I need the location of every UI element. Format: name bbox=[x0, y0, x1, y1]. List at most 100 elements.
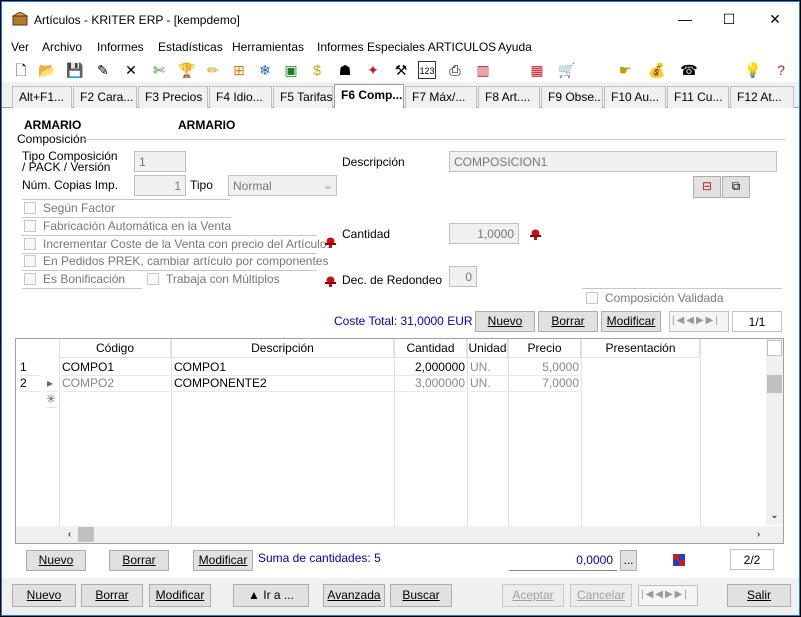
components-grid[interactable]: Código Descripción Cantidad Unidad Preci… bbox=[15, 338, 784, 544]
tipo-composicion-input[interactable]: 1 bbox=[134, 151, 186, 172]
tab-f5[interactable]: F5 Tarifas bbox=[273, 86, 333, 108]
hscroll-thumb[interactable] bbox=[78, 527, 94, 542]
column-header-precio[interactable]: Precio bbox=[509, 339, 581, 358]
package-icon[interactable]: ▣ bbox=[282, 61, 300, 79]
cell-precio[interactable]: 7,0000 bbox=[509, 376, 579, 392]
tab-f11[interactable]: F11 Cu... bbox=[667, 86, 729, 108]
composition-nuevo-button[interactable]: Nuevo bbox=[475, 311, 535, 332]
money-bag-icon[interactable]: 💰 bbox=[648, 61, 666, 79]
scroll-down-icon[interactable]: ⌄ bbox=[766, 507, 783, 524]
bar-chart-icon[interactable]: ▥ bbox=[474, 61, 492, 79]
cell-descripcion[interactable]: COMPO1 bbox=[174, 360, 393, 376]
vertical-scrollbar[interactable]: ⌄ bbox=[766, 339, 783, 525]
snowflake-icon[interactable]: ❄ bbox=[256, 61, 274, 79]
composition-modificar-button[interactable]: Modificar bbox=[601, 311, 661, 332]
tab-f12[interactable]: F12 At... bbox=[730, 86, 794, 108]
cell-codigo[interactable]: COMPO1 bbox=[62, 360, 170, 376]
help-hat-icon[interactable]: ? bbox=[772, 61, 790, 79]
save-icon[interactable]: 💾 bbox=[66, 61, 84, 79]
pedidos-checkbox[interactable]: En Pedidos PREK, cambiar artículo por co… bbox=[24, 254, 328, 268]
scroll-up-button[interactable] bbox=[767, 340, 782, 356]
printer-icon[interactable]: ⎙ bbox=[446, 61, 464, 79]
column-header-cantidad[interactable]: Cantidad bbox=[395, 339, 467, 358]
column-header-codigo[interactable]: Código bbox=[60, 339, 171, 358]
copias-input[interactable]: 1 bbox=[134, 175, 186, 196]
cantidad-input[interactable]: 1,0000 bbox=[449, 223, 519, 244]
tab-f7[interactable]: F7 Máx/... bbox=[405, 86, 477, 108]
tools2-icon[interactable]: ⚒ bbox=[392, 61, 410, 79]
tab-f8[interactable]: F8 Art.... bbox=[478, 86, 540, 108]
tab-f9[interactable]: F9 Obse... bbox=[541, 86, 603, 108]
flag-icon[interactable] bbox=[673, 554, 685, 566]
main-record-navigator[interactable]: |◀◀▶▶| bbox=[638, 585, 698, 606]
redondeo-input[interactable]: 0 bbox=[449, 266, 477, 287]
multiplos-checkbox[interactable]: Trabaja con Múltiplos bbox=[147, 272, 280, 286]
incrementar-checkbox[interactable]: Incrementar Coste de la Venta con precio… bbox=[24, 237, 330, 251]
avanzada-button[interactable]: Avanzada bbox=[323, 584, 385, 607]
menu-informes-especiales[interactable]: Informes Especiales ARTICULOS bbox=[317, 40, 496, 54]
worker-icon[interactable]: ☗ bbox=[336, 61, 354, 79]
copy-button[interactable]: ⧉ bbox=[722, 176, 750, 198]
cell-unidad[interactable]: UN. bbox=[470, 376, 507, 392]
menu-ver[interactable]: Ver bbox=[11, 40, 29, 54]
red-hat-icon[interactable] bbox=[529, 228, 542, 240]
menu-herramientas[interactable]: Herramientas bbox=[232, 40, 304, 54]
telephone-icon[interactable]: ☎ bbox=[680, 61, 698, 79]
menu-estadisticas[interactable]: Estadísticas bbox=[158, 40, 223, 54]
bonificacion-checkbox[interactable]: Es Bonificación bbox=[24, 272, 125, 286]
scroll-left-icon[interactable]: ‹ bbox=[61, 526, 78, 543]
cancelar-button[interactable]: Cancelar bbox=[570, 584, 632, 607]
delete-icon[interactable]: ✕ bbox=[122, 61, 140, 79]
calculator-icon[interactable]: ▦ bbox=[528, 61, 546, 79]
validada-checkbox[interactable]: Composición Validada bbox=[586, 291, 724, 305]
column-header-descripcion[interactable]: Descripción bbox=[172, 339, 394, 358]
open-folder-icon[interactable]: 📂 bbox=[38, 61, 56, 79]
hierarchy-icon[interactable]: ⊞ bbox=[230, 61, 248, 79]
structure-button[interactable]: ⊟ bbox=[693, 176, 721, 198]
tab-f10[interactable]: F10 Au... bbox=[604, 86, 666, 108]
grid-borrar-button[interactable]: Borrar bbox=[109, 550, 169, 571]
tab-f4[interactable]: F4 Idio... bbox=[209, 86, 272, 108]
lightbulb-icon[interactable]: 💡 bbox=[744, 61, 762, 79]
new-document-icon[interactable]: 🗋 bbox=[12, 61, 30, 79]
main-modificar-button[interactable]: Modificar bbox=[149, 584, 211, 607]
numeric-icon[interactable]: 123 bbox=[418, 61, 436, 79]
ellipsis-button[interactable]: ... bbox=[620, 550, 637, 571]
salir-button[interactable]: Salir bbox=[727, 584, 791, 607]
cell-unidad[interactable]: UN. bbox=[470, 360, 507, 376]
tab-f2[interactable]: F2 Cara... bbox=[73, 86, 137, 108]
aceptar-button[interactable]: Aceptar bbox=[502, 584, 564, 607]
pencil-icon[interactable]: ✏ bbox=[204, 61, 222, 79]
minimize-button[interactable]: — bbox=[662, 2, 708, 36]
tab-f6[interactable]: F6 Comp... bbox=[334, 84, 404, 109]
buscar-button[interactable]: Buscar bbox=[390, 584, 452, 607]
cell-cantidad[interactable]: 3,000000 bbox=[395, 376, 465, 392]
trophy-icon[interactable]: 🏆 bbox=[178, 61, 196, 79]
fabricacion-checkbox[interactable]: Fabricación Automática en la Venta bbox=[24, 219, 231, 233]
maximize-button[interactable]: ☐ bbox=[706, 2, 752, 36]
shopping-cart-icon[interactable]: 🛒 bbox=[558, 61, 576, 79]
scroll-thumb[interactable] bbox=[767, 375, 782, 393]
tools-icon[interactable]: ✄ bbox=[150, 61, 168, 79]
cell-descripcion[interactable]: COMPONENTE2 bbox=[174, 376, 393, 392]
menu-archivo[interactable]: Archivo bbox=[42, 40, 82, 54]
column-header-unidad[interactable]: Unidad bbox=[468, 339, 508, 358]
grid-modificar-button[interactable]: Modificar bbox=[193, 550, 253, 571]
pointing-hand-icon[interactable]: ☛ bbox=[616, 61, 634, 79]
column-header-presentacion[interactable]: Presentación bbox=[582, 339, 700, 358]
close-button[interactable]: ✕ bbox=[752, 2, 798, 36]
tab-f3[interactable]: F3 Precios bbox=[138, 86, 208, 108]
chevron-down-icon[interactable]: ⌄ bbox=[323, 178, 333, 192]
horizontal-scrollbar[interactable]: ‹ › bbox=[16, 526, 783, 543]
main-borrar-button[interactable]: Borrar bbox=[81, 584, 143, 607]
main-nuevo-button[interactable]: Nuevo bbox=[12, 584, 76, 607]
scroll-right-icon[interactable]: › bbox=[750, 526, 767, 543]
menu-ayuda[interactable]: Ayuda bbox=[498, 40, 532, 54]
tipo-select[interactable]: Normal ⌄ bbox=[228, 175, 337, 196]
tab-alt-f1[interactable]: Alt+F1... bbox=[12, 86, 72, 108]
cell-cantidad[interactable]: 2,000000 bbox=[395, 360, 465, 376]
descripcion-input[interactable]: COMPOSICION1 bbox=[449, 151, 777, 172]
composition-borrar-button[interactable]: Borrar bbox=[538, 311, 598, 332]
wand-icon[interactable]: ✦ bbox=[364, 61, 382, 79]
composition-record-navigator[interactable]: |◀◀▶▶| bbox=[669, 311, 729, 332]
